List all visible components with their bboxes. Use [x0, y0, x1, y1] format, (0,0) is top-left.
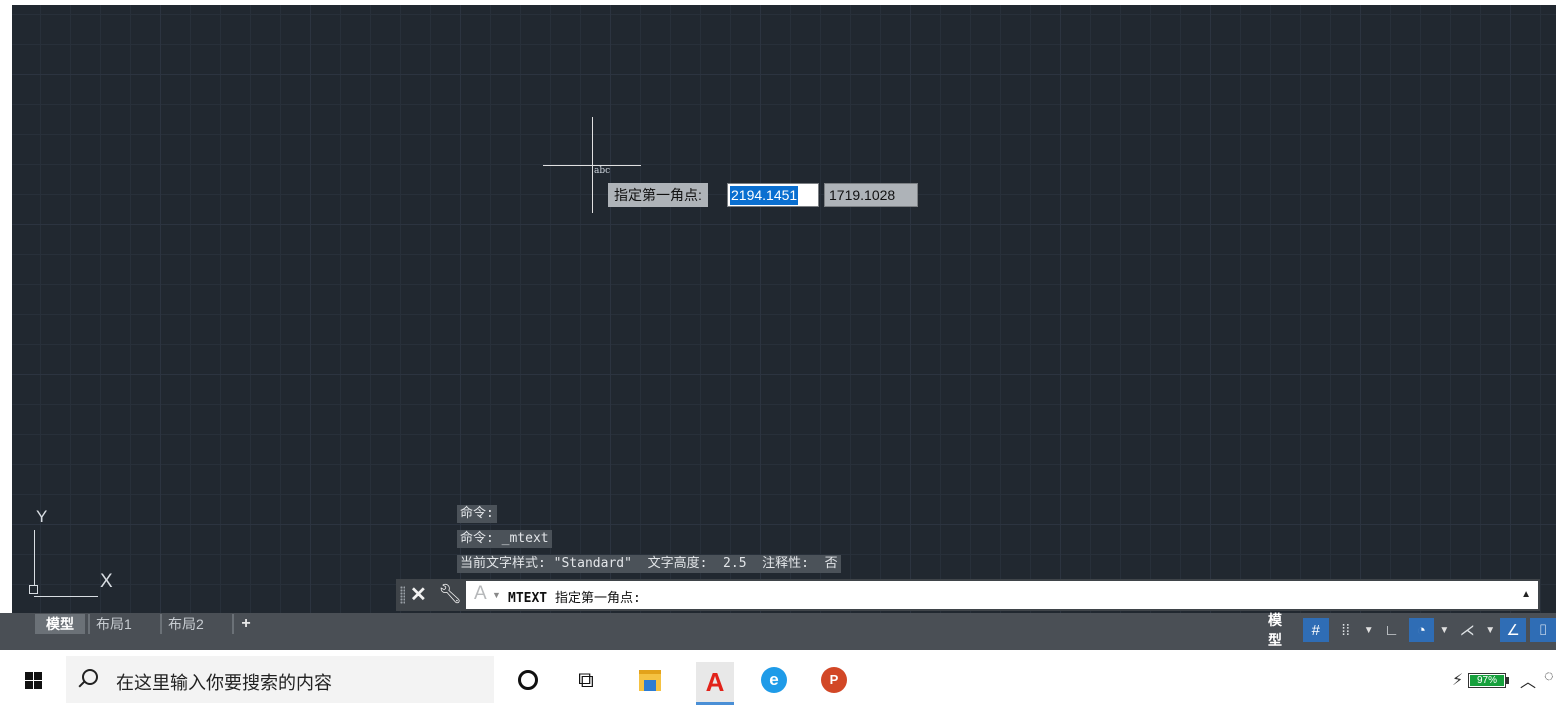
search-icon — [82, 669, 98, 685]
battery-tip — [1506, 677, 1509, 684]
drag-handle[interactable] — [400, 586, 405, 604]
layout-tab-bar: 模型 布局1 布局2 + 模型 # ⁞⁞ ▼ ∟ ◔ ▼ ⋌ ▼ ∠ ⌷ — [0, 612, 1556, 650]
history-expand-icon[interactable]: ▲ — [1521, 589, 1531, 600]
windows-taskbar: 在这里输入你要搜索的内容 ⧉ A e P ⚡︎ 97% ︿ ◌ — [0, 656, 1556, 705]
command-line-bar: ✕ 🔧︎ A ▼ MTEXT 指定第一角点: ▲ — [396, 579, 1540, 611]
dynamic-input-y-field[interactable]: 1719.1028 — [824, 183, 918, 207]
ucs-origin-box — [29, 585, 38, 594]
dynamic-input-x-value: 2194.1451 — [730, 186, 799, 205]
tab-layout2[interactable]: 布局2 — [160, 614, 210, 634]
chevron-down-icon[interactable]: ▼ — [1484, 625, 1496, 636]
task-view-icon[interactable]: ⧉ — [572, 666, 600, 694]
command-input[interactable]: A ▼ MTEXT 指定第一角点: ▲ — [466, 581, 1538, 609]
screen-left-margin — [0, 0, 12, 650]
dynamic-input-x-field[interactable]: 2194.1451 — [727, 183, 819, 207]
tray-icon[interactable]: ◌ — [1544, 668, 1554, 686]
model-space-button[interactable]: 模型 — [1265, 610, 1299, 650]
chevron-down-icon[interactable]: ▼ — [1363, 625, 1375, 636]
status-bar: 模型 # ⁞⁞ ▼ ∟ ◔ ▼ ⋌ ▼ ∠ ⌷ — [1265, 612, 1556, 648]
power-plug-icon: ⚡︎ — [1452, 672, 1464, 689]
ucs-y-label: Y — [36, 507, 48, 526]
cortana-icon[interactable] — [514, 666, 542, 694]
search-placeholder: 在这里输入你要搜索的内容 — [116, 673, 332, 693]
ucs-y-axis — [34, 530, 35, 586]
cursor-text-badge: abc — [594, 166, 611, 176]
windows-start-icon[interactable] — [25, 672, 42, 689]
command-prompt-text: 指定第一角点: — [547, 591, 641, 606]
battery-percent: 97% — [1470, 675, 1504, 686]
crosshair-vertical — [592, 117, 593, 213]
osnap-icon[interactable]: ⌷ — [1530, 618, 1556, 642]
autocad-icon[interactable]: A — [696, 662, 734, 705]
command-prompt: MTEXT 指定第一角点: — [508, 587, 641, 606]
command-history-line: 命令: _mtext — [457, 530, 552, 548]
polar-icon[interactable]: ◔ — [1408, 618, 1435, 642]
chevron-down-icon[interactable]: ▼ — [1438, 625, 1450, 636]
command-history-line: 当前文字样式: "Standard" 文字高度: 2.5 注释性: 否 — [457, 555, 841, 573]
edge-icon[interactable]: e — [760, 666, 788, 694]
recent-commands-icon[interactable]: A — [474, 583, 487, 605]
drawing-canvas[interactable]: abc 指定第一角点: 2194.1451 1719.1028 Y X — [12, 5, 1556, 613]
chevron-down-icon[interactable]: ▼ — [492, 590, 501, 600]
snap-icon[interactable]: ⁞⁞ — [1333, 618, 1359, 642]
command-history-line: 命令: — [457, 505, 497, 523]
ortho-icon[interactable]: ∟ — [1379, 618, 1405, 642]
dynamic-input-prompt: 指定第一角点: — [608, 183, 708, 207]
grid-icon[interactable]: # — [1302, 618, 1329, 642]
ucs-x-label: X — [100, 571, 113, 592]
tab-model[interactable]: 模型 — [35, 614, 85, 634]
close-icon[interactable]: ✕ — [410, 582, 427, 607]
wrench-icon[interactable]: 🔧︎ — [438, 582, 462, 606]
command-name: MTEXT — [508, 591, 548, 606]
file-explorer-icon[interactable] — [636, 666, 664, 694]
add-layout-button[interactable]: + — [232, 614, 258, 634]
chevron-up-icon[interactable]: ︿ — [1520, 668, 1536, 692]
powerpoint-icon[interactable]: P — [820, 666, 848, 694]
battery-icon[interactable]: 97% — [1468, 673, 1506, 688]
ucs-x-axis — [34, 596, 98, 597]
isodraft-icon[interactable]: ∠ — [1500, 618, 1527, 642]
osnap-track-icon[interactable]: ⋌ — [1454, 618, 1480, 642]
tab-layout1[interactable]: 布局1 — [88, 614, 138, 634]
